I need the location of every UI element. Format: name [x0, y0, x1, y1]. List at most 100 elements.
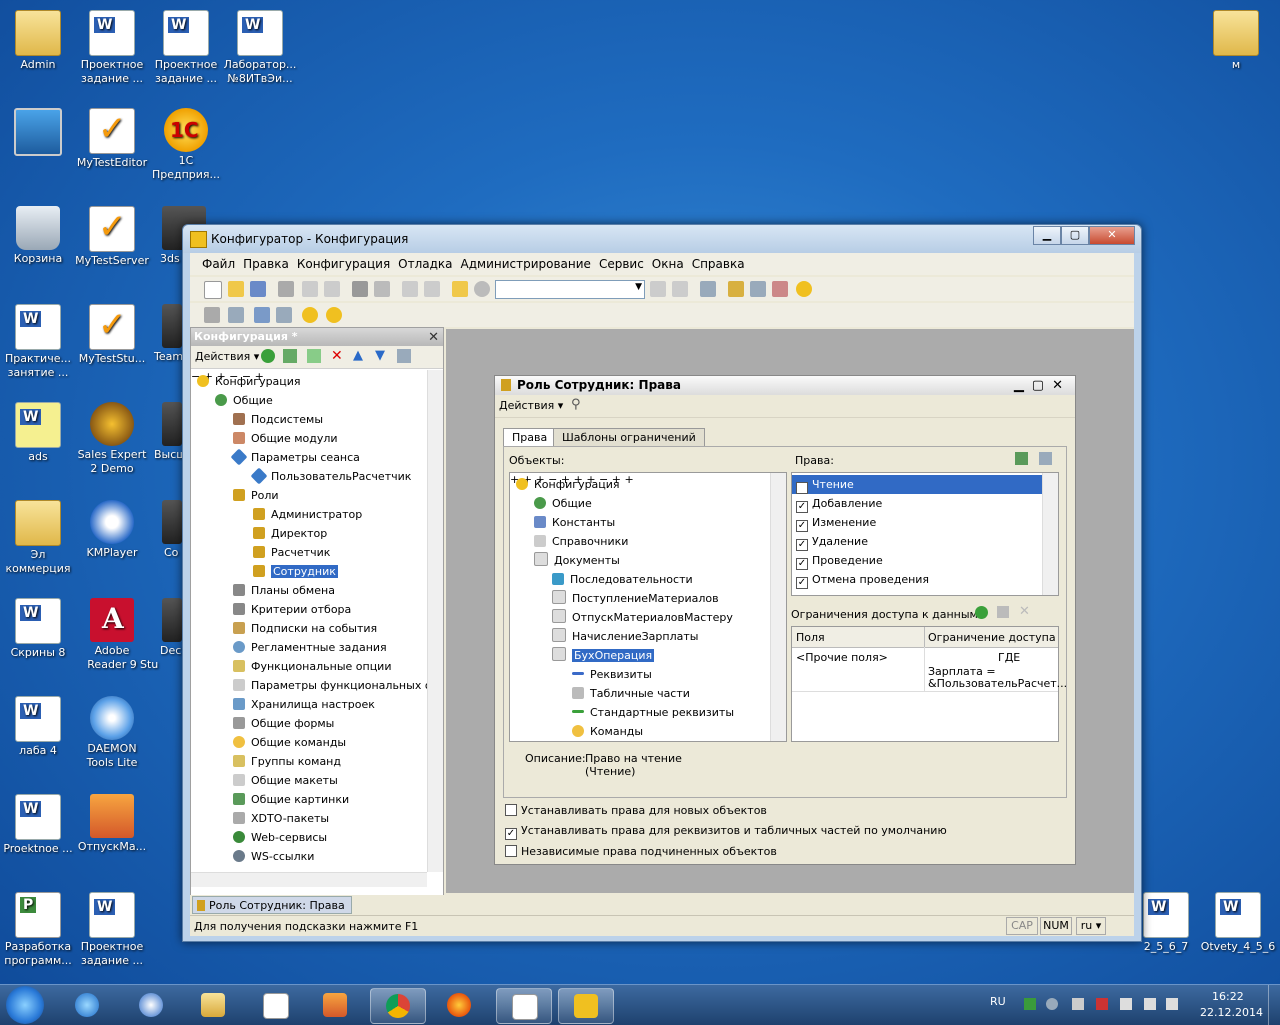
tree-item-scheduled-jobs[interactable]: Регламентные задания — [233, 638, 387, 657]
role-window-titlebar[interactable]: Роль Сотрудник: Права ▁▢✕ — [495, 376, 1075, 395]
tree-item-common-pictures[interactable]: Общие картинки — [233, 790, 349, 809]
tree-item-common-modules[interactable]: Общие модули — [233, 429, 338, 448]
cut-icon[interactable] — [278, 281, 294, 297]
sort-icon[interactable] — [397, 349, 411, 363]
object-tabular-sections[interactable]: Табличные части — [572, 684, 690, 703]
close-button[interactable]: ✕ — [1089, 226, 1135, 245]
right-add[interactable]: ✓ Добавление — [796, 494, 882, 513]
tree-item-role-director[interactable]: Директор — [253, 524, 327, 543]
tray-icon[interactable] — [1096, 998, 1108, 1010]
configurator-window[interactable]: Конфигуратор - Конфигурация ▁ ▢ ✕ Файл П… — [182, 224, 1142, 942]
tree-item-settings-storages[interactable]: Хранилища настроек — [233, 695, 375, 714]
copy-icon[interactable] — [307, 349, 321, 363]
taskbar-firefox[interactable] — [432, 988, 486, 1022]
run-icon[interactable] — [326, 307, 342, 323]
desktop-icon-screens[interactable]: Скрины 8 — [0, 594, 76, 660]
right-posting-checkbox[interactable]: ✓ — [796, 558, 808, 570]
object-catalogs[interactable]: Справочники — [534, 532, 628, 551]
tree-item-xdto[interactable]: XDTO-пакеты — [233, 809, 329, 828]
help-icon[interactable] — [772, 281, 788, 297]
role-rights-window[interactable]: Роль Сотрудник: Права ▁▢✕ Действия ▾ ⚲ П… — [494, 375, 1076, 865]
find-in-icon[interactable] — [452, 281, 468, 297]
edit-icon[interactable] — [283, 349, 297, 363]
desktop-icon-computer[interactable] — [0, 104, 76, 158]
object-constants[interactable]: Константы — [534, 513, 615, 532]
restriction-row[interactable]: <Прочие поля> ГДЕ Зарплата = &Пользовате… — [792, 647, 1067, 692]
desktop-icon-doc1[interactable]: Проектное задание ... — [74, 6, 150, 86]
rights-scrollbar[interactable] — [1042, 473, 1058, 595]
role-window-controls[interactable]: ▁▢✕ — [1014, 376, 1071, 395]
object-doc-issue[interactable]: ОтпускМатериаловМастеру — [552, 608, 733, 627]
tree-vertical-scrollbar[interactable] — [427, 370, 443, 872]
tree-item-filter-criteria[interactable]: Критерии отбора — [233, 600, 351, 619]
search-combo[interactable] — [495, 280, 645, 299]
move-down-icon[interactable]: ▼ — [375, 348, 385, 363]
desktop-icon-co[interactable]: Co — [140, 496, 182, 560]
desktop-icon-myteststu[interactable]: MyTestStu... — [74, 300, 150, 366]
desktop-icon-razrabotka[interactable]: Разработка программ... — [0, 888, 76, 968]
uncheck-all-icon[interactable] — [1039, 452, 1052, 465]
tab-restriction-templates[interactable]: Шаблоны ограничений — [553, 428, 705, 447]
info-icon[interactable] — [796, 281, 812, 297]
tree-item-exchange-plans[interactable]: Планы обмена — [233, 581, 335, 600]
object-doc-receipt[interactable]: ПоступлениеМатериалов — [552, 589, 719, 608]
right-update-checkbox[interactable]: ✓ — [796, 520, 808, 532]
preview-icon[interactable] — [374, 281, 390, 297]
desktop-icon-doc3[interactable]: Лаборатор... №8ИТвЭи... — [222, 6, 298, 86]
clock-date[interactable]: 22.12.2014 — [1200, 1006, 1263, 1019]
tree-item-subsystems[interactable]: Подсистемы — [233, 410, 323, 429]
find-prev-icon[interactable] — [672, 281, 688, 297]
object-standard-attributes[interactable]: Стандартные реквизиты — [572, 703, 734, 722]
move-up-icon[interactable]: ▲ — [353, 348, 363, 363]
object-sequences[interactable]: Последовательности — [552, 570, 693, 589]
menu-file[interactable]: Файл — [202, 257, 235, 271]
tree-item-common[interactable]: Общие — [215, 391, 273, 410]
desktop-icon-doc4[interactable]: Проектное задание ... — [74, 888, 150, 968]
desktop-icon-adobe[interactable]: Adobe Reader 9 — [74, 594, 150, 672]
right-read-checkbox[interactable]: ✓ — [796, 482, 808, 494]
delete-icon[interactable]: ✕ — [331, 348, 343, 364]
redo-icon[interactable] — [424, 281, 440, 297]
start-debug-icon[interactable] — [302, 307, 318, 323]
desktop-icon-admin[interactable]: Admin — [0, 6, 76, 72]
option-new-objects[interactable]: Устанавливать права для новых объектов — [505, 804, 767, 817]
right-read[interactable]: ✓ Чтение — [792, 475, 1046, 494]
right-undo-posting[interactable]: ✓ Отмена проведения — [796, 570, 929, 589]
desktop-icon-ads[interactable]: ads — [0, 398, 76, 464]
objects-scrollbar[interactable] — [770, 473, 786, 741]
window-titlebar[interactable]: Конфигуратор - Конфигурация ▁ ▢ ✕ — [183, 225, 1141, 253]
menu-service[interactable]: Сервис — [599, 257, 644, 271]
tree-item-role-admin[interactable]: Администратор — [253, 505, 362, 524]
desktop-icon-vysh[interactable]: Высш — [140, 398, 186, 462]
network-icon[interactable] — [1072, 998, 1084, 1010]
desktop-icon-otvety[interactable]: Otvety_4_5_6 — [1200, 888, 1276, 954]
desktop-icon-doc2[interactable]: Проектное задание ... — [148, 6, 224, 86]
power-icon[interactable] — [1144, 998, 1156, 1010]
option-independent-rights-checkbox[interactable] — [505, 845, 517, 857]
window-tab-role[interactable]: Роль Сотрудник: Права — [192, 896, 352, 914]
print-icon[interactable] — [352, 281, 368, 297]
desktop-icon-daemon[interactable]: DAEMON Tools Lite — [74, 692, 150, 770]
action-center-icon[interactable] — [1120, 998, 1132, 1010]
volume-icon[interactable] — [1166, 998, 1178, 1010]
desktop-icon-mytesteditor[interactable]: MyTestEditor — [74, 104, 150, 170]
maximize-button[interactable]: ▢ — [1061, 226, 1089, 245]
tree-item-web-services[interactable]: Web-сервисы — [233, 828, 327, 847]
taskbar-media[interactable] — [308, 988, 362, 1022]
tree-item-functional-option-params[interactable]: Параметры функциональных опц — [233, 676, 427, 695]
tool-icon[interactable] — [228, 307, 244, 323]
copy-icon[interactable] — [302, 281, 318, 297]
desktop-icon-laba4[interactable]: лаба 4 — [0, 692, 76, 758]
right-posting[interactable]: ✓ Проведение — [796, 551, 883, 570]
column-restriction[interactable]: Ограничение доступа — [928, 631, 1056, 644]
tree-item-common-commands[interactable]: Общие команды — [233, 733, 346, 752]
object-doc-payroll[interactable]: НачислениеЗарплаты — [552, 627, 698, 646]
menu-edit[interactable]: Правка — [243, 257, 289, 271]
desktop-icon-proektnoe[interactable]: Proektnoe ... — [0, 790, 76, 856]
desktop-icon-dec[interactable]: Dec Stu — [140, 594, 182, 672]
tree-item-common-templates[interactable]: Общие макеты — [233, 771, 338, 790]
desktop-icon-1c[interactable]: 1С Предприя... — [148, 104, 224, 182]
search-icon[interactable] — [474, 281, 490, 297]
desktop-icon-otpusk[interactable]: ОтпускМа... — [74, 790, 150, 854]
role-actions-menu[interactable]: Действия ▾ — [499, 399, 563, 412]
